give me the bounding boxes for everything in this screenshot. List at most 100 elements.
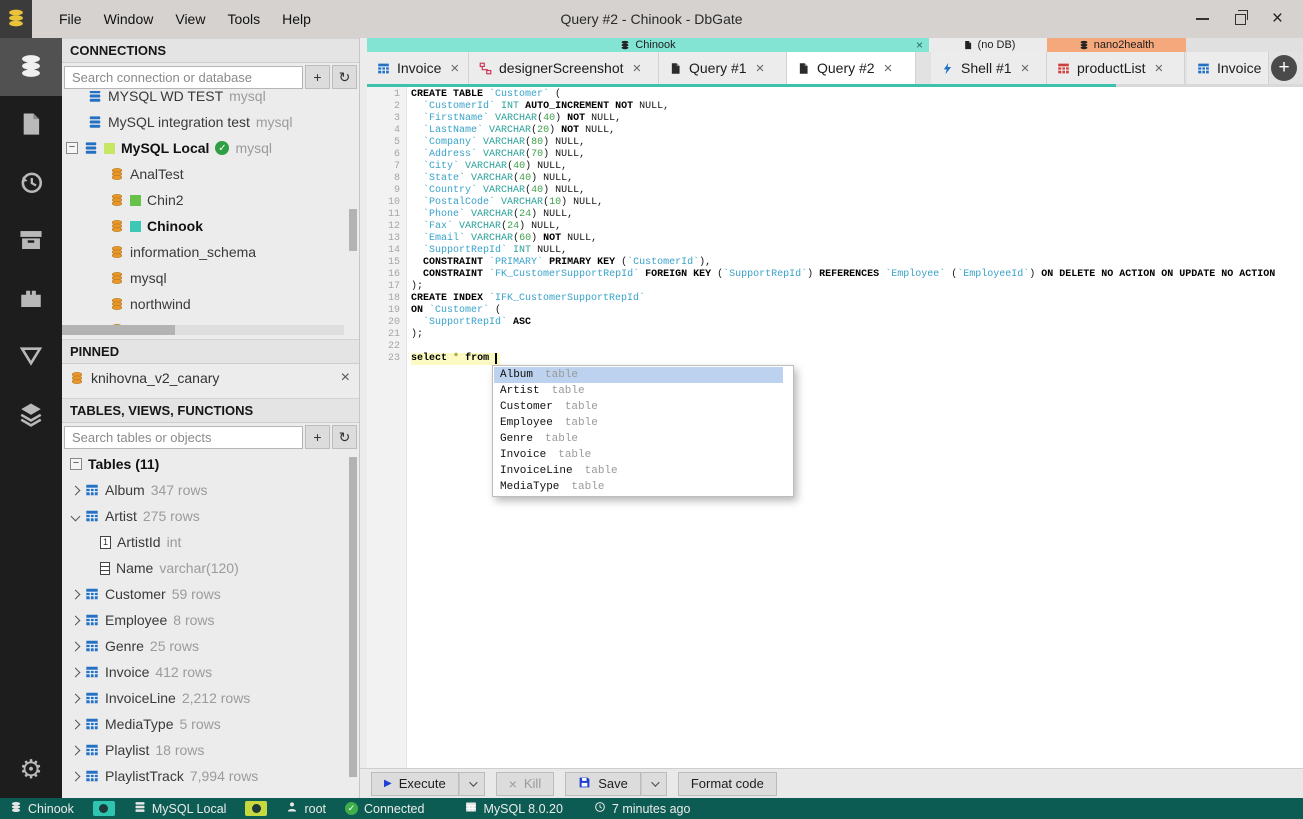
chevron-right-icon[interactable]	[70, 589, 81, 599]
tab-query2[interactable]: Query #2 ×	[787, 52, 916, 84]
table-item[interactable]: PlaylistTrack 7,994 rows	[62, 763, 359, 789]
minimize-icon[interactable]	[1195, 18, 1209, 20]
connection-item[interactable]: MYSQL WD TEST mysql	[62, 91, 359, 109]
new-tab-button[interactable]: +	[1271, 55, 1297, 81]
table-item[interactable]: Playlist 18 rows	[62, 737, 359, 763]
connection-database-item[interactable]	[62, 317, 359, 325]
close-tab-icon[interactable]: ×	[1154, 60, 1163, 77]
tab-designerscreenshot[interactable]: designerScreenshot ×	[469, 52, 659, 84]
table-item[interactable]: Invoice 412 rows	[62, 659, 359, 685]
connection-item[interactable]: − MySQL Local ✓ mysql	[62, 135, 359, 161]
connection-database-item[interactable]: Chin2	[62, 187, 359, 213]
autocomplete-item[interactable]: Customer table	[494, 399, 783, 415]
column-item[interactable]: 1 ArtistId int	[62, 529, 359, 555]
tab-group-nano2health[interactable]: nano2health	[1047, 38, 1186, 52]
rail-item-settings[interactable]: ⚙	[0, 740, 62, 798]
tab-invoice[interactable]: Invoice ×	[367, 52, 469, 84]
connection-database-item[interactable]: AnalTest	[62, 161, 359, 187]
tables-root-item[interactable]: − Tables (11)	[62, 451, 359, 477]
refresh-tables-button[interactable]: ↻	[332, 425, 357, 449]
tab-invoice[interactable]: Invoice	[1187, 52, 1269, 84]
connection-database-item[interactable]: information_schema	[62, 239, 359, 265]
add-table-button[interactable]: +	[305, 425, 330, 449]
table-item[interactable]: Customer 59 rows	[62, 581, 359, 607]
rail-item-history[interactable]	[0, 154, 62, 212]
connection-database-item[interactable]: Chinook	[62, 213, 359, 239]
close-tab-icon[interactable]: ×	[450, 60, 459, 77]
table-item[interactable]: InvoiceLine 2,212 rows	[62, 685, 359, 711]
autocomplete-item[interactable]: MediaType table	[494, 479, 783, 495]
column-item[interactable]: Name varchar(120)	[62, 555, 359, 581]
connection-database-item[interactable]: northwind	[62, 291, 359, 317]
table-item[interactable]: MediaType 5 rows	[62, 711, 359, 737]
menu-view[interactable]: View	[164, 7, 216, 31]
kill-button[interactable]: × Kill	[495, 771, 555, 796]
rail-item-filter[interactable]	[0, 328, 62, 386]
connections-vscrollbar[interactable]	[349, 209, 357, 251]
database-color-chip[interactable]	[92, 801, 115, 816]
autocomplete-item[interactable]: Album table	[494, 367, 783, 383]
menu-file[interactable]: File	[48, 7, 93, 31]
table-item[interactable]: Genre 25 rows	[62, 633, 359, 659]
tables-search-input[interactable]	[64, 425, 303, 449]
connection-database-item[interactable]: mysql	[62, 265, 359, 291]
format-code-button[interactable]: Format code	[677, 771, 777, 796]
save-button[interactable]: Save	[565, 771, 641, 796]
collapse-box-icon[interactable]: −	[66, 142, 78, 154]
close-tab-icon[interactable]: ×	[756, 60, 765, 77]
autocomplete-item[interactable]: Genre table	[494, 431, 783, 447]
rail-item-files[interactable]	[0, 96, 62, 154]
connection-item[interactable]: MySQL integration test mysql	[62, 109, 359, 135]
rail-item-archive[interactable]	[0, 212, 62, 270]
autocomplete-item[interactable]: Invoice table	[494, 447, 783, 463]
execute-button[interactable]: ▶ Execute	[371, 771, 459, 796]
close-group-icon[interactable]: ×	[916, 38, 923, 52]
chevron-right-icon[interactable]	[70, 693, 81, 703]
restore-icon[interactable]	[1234, 9, 1248, 25]
close-icon[interactable]: ×	[1272, 9, 1283, 28]
add-connection-button[interactable]: +	[305, 65, 330, 89]
rail-item-plugins[interactable]	[0, 270, 62, 328]
row-count: 7,994 rows	[189, 768, 259, 784]
tab-group-nodb[interactable]: (no DB)	[931, 38, 1047, 52]
tab-shell1[interactable]: Shell #1 ×	[931, 52, 1047, 84]
connections-search-input[interactable]	[64, 65, 303, 89]
menu-help[interactable]: Help	[271, 7, 322, 31]
chevron-down-icon[interactable]	[70, 511, 81, 521]
unpin-close-icon[interactable]: ×	[341, 369, 350, 387]
save-dropdown-button[interactable]	[640, 771, 667, 796]
statusbar-connection[interactable]: MySQL Local	[134, 801, 226, 816]
collapse-box-icon[interactable]: −	[70, 458, 82, 470]
rail-item-database[interactable]	[0, 38, 62, 96]
chevron-right-icon[interactable]	[70, 615, 81, 625]
close-tab-icon[interactable]: ×	[1021, 60, 1030, 77]
close-tab-icon[interactable]: ×	[633, 60, 642, 77]
execute-dropdown-button[interactable]	[458, 771, 485, 796]
tab-productlist[interactable]: productList ×	[1047, 52, 1185, 84]
statusbar-database[interactable]: Chinook	[10, 801, 74, 816]
table-item[interactable]: Artist 275 rows	[62, 503, 359, 529]
connections-hscrollbar[interactable]	[62, 325, 344, 335]
chevron-right-icon[interactable]	[70, 667, 81, 677]
chevron-right-icon[interactable]	[70, 771, 81, 781]
sql-editor[interactable]: 1 2 3 4 5 6 7 8 9 10 11 12 13 14 15 16 17 18 19 20 21 22 23 CR…	[367, 87, 1303, 768]
refresh-connections-button[interactable]: ↻	[332, 65, 357, 89]
rail-item-layers[interactable]	[0, 386, 62, 444]
pinned-item[interactable]: knihovna_v2_canary ×	[62, 364, 359, 392]
chevron-right-icon[interactable]	[70, 745, 81, 755]
chevron-right-icon[interactable]	[70, 641, 81, 651]
menu-tools[interactable]: Tools	[216, 7, 271, 31]
autocomplete-item[interactable]: Employee table	[494, 415, 783, 431]
chevron-right-icon[interactable]	[70, 719, 81, 729]
close-tab-icon[interactable]: ×	[884, 60, 893, 77]
tables-vscrollbar[interactable]	[349, 457, 357, 777]
menu-window[interactable]: Window	[93, 7, 165, 31]
connection-color-chip[interactable]	[245, 801, 268, 816]
tab-group-chinook[interactable]: Chinook ×	[367, 38, 929, 52]
tab-query1[interactable]: Query #1 ×	[659, 52, 787, 84]
table-item[interactable]: Album 347 rows	[62, 477, 359, 503]
table-item[interactable]: Employee 8 rows	[62, 607, 359, 633]
autocomplete-item[interactable]: Artist table	[494, 383, 783, 399]
autocomplete-item[interactable]: InvoiceLine table	[494, 463, 783, 479]
chevron-right-icon[interactable]	[70, 485, 81, 495]
